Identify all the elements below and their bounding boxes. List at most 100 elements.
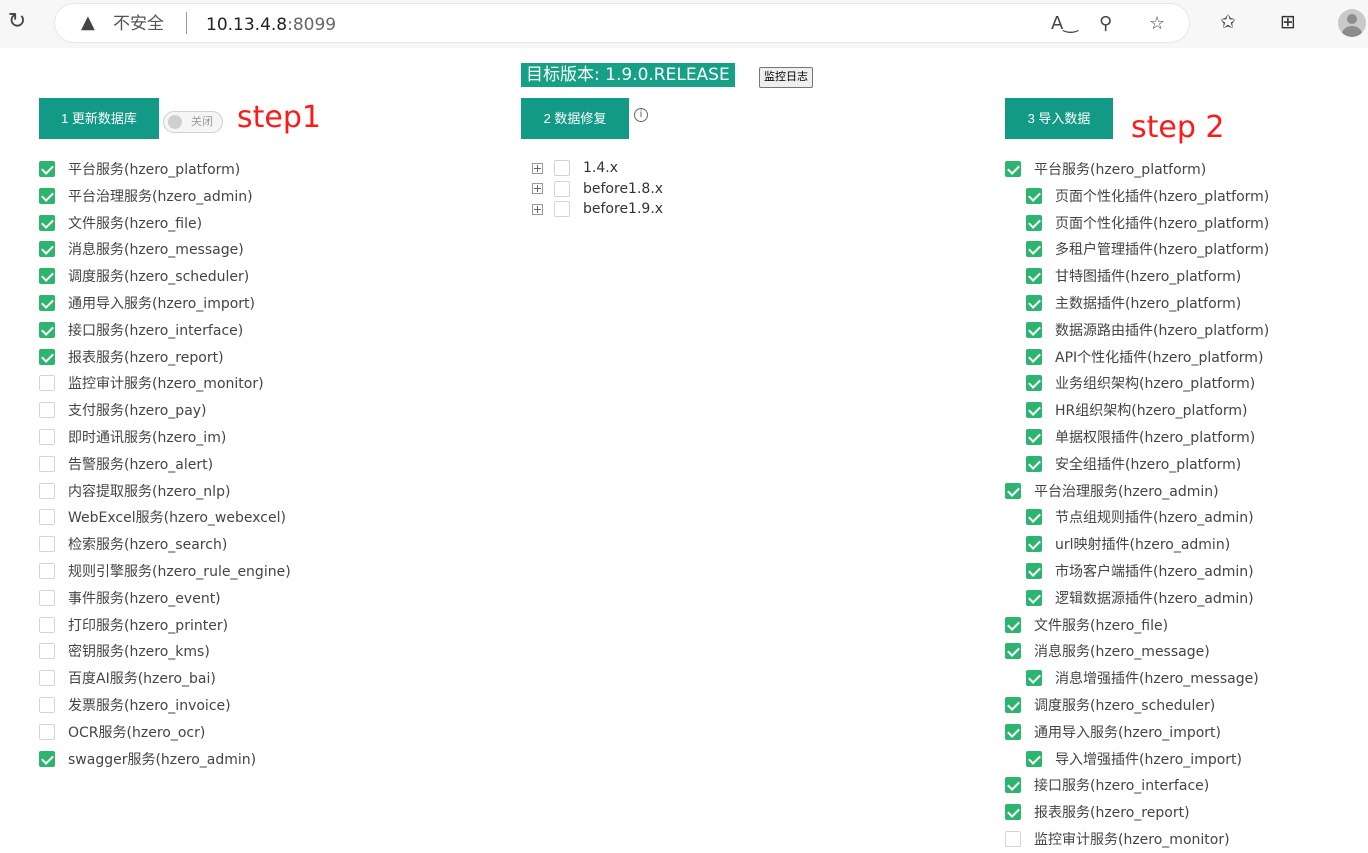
checkbox-checked-icon[interactable] — [1005, 697, 1021, 713]
import-plugin-item[interactable]: 主数据插件(hzero_platform) — [1026, 290, 1241, 316]
import-service-item[interactable]: 文件服务(hzero_file) — [1005, 612, 1168, 638]
update-database-button[interactable]: 1 更新数据库 — [39, 98, 159, 139]
repair-tree-node[interactable]: before1.8.x — [532, 179, 663, 199]
update-service-item[interactable]: 规则引擎服务(hzero_rule_engine) — [39, 558, 291, 584]
update-toggle[interactable]: 关闭 — [163, 111, 223, 133]
checkbox-unchecked-icon[interactable] — [39, 670, 55, 687]
checkbox-checked-icon[interactable] — [1026, 750, 1042, 767]
reload-icon[interactable]: ↻ — [5, 10, 29, 34]
update-service-item[interactable]: 监控审计服务(hzero_monitor) — [39, 370, 264, 396]
url-text[interactable]: 10.13.4.8:8099 — [206, 14, 336, 36]
import-plugin-item[interactable]: 多租户管理插件(hzero_platform) — [1026, 236, 1269, 262]
import-plugin-item[interactable]: 安全组插件(hzero_platform) — [1026, 451, 1241, 477]
update-service-item[interactable]: 事件服务(hzero_event) — [39, 585, 221, 611]
checkbox-checked-icon[interactable] — [1026, 348, 1042, 365]
checkbox-checked-icon[interactable] — [1005, 616, 1021, 633]
update-service-item[interactable]: 文件服务(hzero_file) — [39, 210, 202, 236]
import-plugin-item[interactable]: 页面个性化插件(hzero_platform) — [1026, 210, 1269, 236]
update-service-item[interactable]: 打印服务(hzero_printer) — [39, 612, 228, 638]
import-plugin-item[interactable]: 数据源路由插件(hzero_platform) — [1026, 317, 1269, 343]
checkbox-unchecked-icon[interactable] — [39, 375, 55, 392]
checkbox-checked-icon[interactable] — [39, 348, 55, 365]
warning-icon[interactable]: ▲ — [81, 13, 95, 33]
update-service-item[interactable]: 内容提取服务(hzero_nlp) — [39, 478, 230, 504]
import-data-button[interactable]: 3 导入数据 — [1005, 98, 1113, 139]
address-bar[interactable]: ▲ 不安全 10.13.4.8:8099 A‿ ⚲ ☆ — [54, 3, 1190, 43]
checkbox-unchecked-icon[interactable] — [554, 160, 570, 176]
checkbox-checked-icon[interactable] — [1005, 482, 1021, 499]
import-service-item[interactable]: 平台服务(hzero_platform) — [1005, 156, 1206, 182]
checkbox-checked-icon[interactable] — [1026, 563, 1042, 579]
checkbox-checked-icon[interactable] — [39, 214, 55, 231]
checkbox-checked-icon[interactable] — [1026, 214, 1042, 231]
checkbox-checked-icon[interactable] — [1005, 643, 1021, 660]
checkbox-checked-icon[interactable] — [1005, 777, 1021, 794]
checkbox-checked-icon[interactable] — [1026, 295, 1042, 311]
checkbox-checked-icon[interactable] — [1026, 187, 1042, 204]
update-service-item[interactable]: 百度AI服务(hzero_bai) — [39, 665, 216, 691]
checkbox-unchecked-icon[interactable] — [39, 536, 55, 553]
data-repair-button[interactable]: 2 数据修复 — [521, 98, 629, 139]
import-plugin-item[interactable]: 节点组规则插件(hzero_admin) — [1026, 504, 1254, 530]
update-service-item[interactable]: swagger服务(hzero_admin) — [39, 746, 256, 772]
checkbox-unchecked-icon[interactable] — [1005, 831, 1021, 847]
collections-icon[interactable]: ⊞ — [1280, 10, 1296, 34]
repair-tree-node[interactable]: 1.4.x — [532, 158, 618, 178]
import-plugin-item[interactable]: HR组织架构(hzero_platform) — [1026, 397, 1248, 423]
checkbox-checked-icon[interactable] — [39, 295, 55, 311]
update-service-item[interactable]: OCR服务(hzero_ocr) — [39, 719, 205, 745]
zoom-icon[interactable]: ⚲ — [1099, 13, 1112, 35]
import-service-item[interactable]: 通用导入服务(hzero_import) — [1005, 719, 1221, 745]
checkbox-checked-icon[interactable] — [1005, 723, 1021, 740]
update-service-item[interactable]: 告警服务(hzero_alert) — [39, 451, 213, 477]
update-service-item[interactable]: 检索服务(hzero_search) — [39, 531, 227, 557]
checkbox-checked-icon[interactable] — [39, 750, 55, 767]
checkbox-unchecked-icon[interactable] — [39, 589, 55, 606]
import-service-item[interactable]: 调度服务(hzero_scheduler) — [1005, 692, 1215, 718]
checkbox-checked-icon[interactable] — [1026, 241, 1042, 258]
checkbox-unchecked-icon[interactable] — [39, 563, 55, 579]
checkbox-unchecked-icon[interactable] — [39, 509, 55, 526]
favorites-icon[interactable]: ✩ — [1220, 10, 1236, 34]
checkbox-checked-icon[interactable] — [1026, 429, 1042, 445]
update-service-item[interactable]: 发票服务(hzero_invoice) — [39, 692, 231, 718]
update-service-item[interactable]: 调度服务(hzero_scheduler) — [39, 263, 249, 289]
import-plugin-item[interactable]: 消息增强插件(hzero_message) — [1026, 665, 1259, 691]
import-plugin-item[interactable]: 导入增强插件(hzero_import) — [1026, 746, 1242, 772]
checkbox-checked-icon[interactable] — [1005, 804, 1021, 821]
checkbox-checked-icon[interactable] — [39, 241, 55, 258]
checkbox-checked-icon[interactable] — [1026, 589, 1042, 606]
checkbox-checked-icon[interactable] — [1026, 402, 1042, 419]
info-icon[interactable]: i — [634, 108, 648, 122]
import-service-item[interactable]: 消息服务(hzero_message) — [1005, 638, 1210, 664]
import-service-item[interactable]: 平台治理服务(hzero_admin) — [1005, 478, 1219, 504]
update-service-item[interactable]: 消息服务(hzero_message) — [39, 236, 244, 262]
checkbox-unchecked-icon[interactable] — [39, 643, 55, 660]
import-service-item[interactable]: 接口服务(hzero_interface) — [1005, 772, 1209, 798]
checkbox-checked-icon[interactable] — [1026, 455, 1042, 472]
profile-avatar-icon[interactable] — [1338, 9, 1366, 37]
checkbox-unchecked-icon[interactable] — [39, 429, 55, 445]
import-plugin-item[interactable]: API个性化插件(hzero_platform) — [1026, 344, 1263, 370]
checkbox-unchecked-icon[interactable] — [554, 201, 570, 217]
checkbox-checked-icon[interactable] — [1026, 509, 1042, 526]
monitor-log-button[interactable]: 监控日志 — [759, 67, 813, 88]
import-plugin-item[interactable]: 市场客户端插件(hzero_admin) — [1026, 558, 1254, 584]
import-plugin-item[interactable]: url映射插件(hzero_admin) — [1026, 531, 1230, 557]
checkbox-checked-icon[interactable] — [39, 187, 55, 204]
checkbox-unchecked-icon[interactable] — [39, 402, 55, 419]
checkbox-checked-icon[interactable] — [1005, 161, 1021, 177]
checkbox-checked-icon[interactable] — [1026, 536, 1042, 553]
import-plugin-item[interactable]: 业务组织架构(hzero_platform) — [1026, 370, 1255, 396]
checkbox-unchecked-icon[interactable] — [39, 455, 55, 472]
checkbox-unchecked-icon[interactable] — [39, 723, 55, 740]
update-service-item[interactable]: 即时通讯服务(hzero_im) — [39, 424, 226, 450]
import-plugin-item[interactable]: 单据权限插件(hzero_platform) — [1026, 424, 1255, 450]
checkbox-checked-icon[interactable] — [1026, 670, 1042, 687]
update-service-item[interactable]: WebExcel服务(hzero_webexcel) — [39, 504, 286, 530]
import-plugin-item[interactable]: 逻辑数据源插件(hzero_admin) — [1026, 585, 1254, 611]
update-service-item[interactable]: 平台服务(hzero_platform) — [39, 156, 240, 182]
insecure-label[interactable]: 不安全 — [113, 13, 164, 35]
checkbox-checked-icon[interactable] — [39, 268, 55, 285]
checkbox-unchecked-icon[interactable] — [554, 180, 570, 197]
